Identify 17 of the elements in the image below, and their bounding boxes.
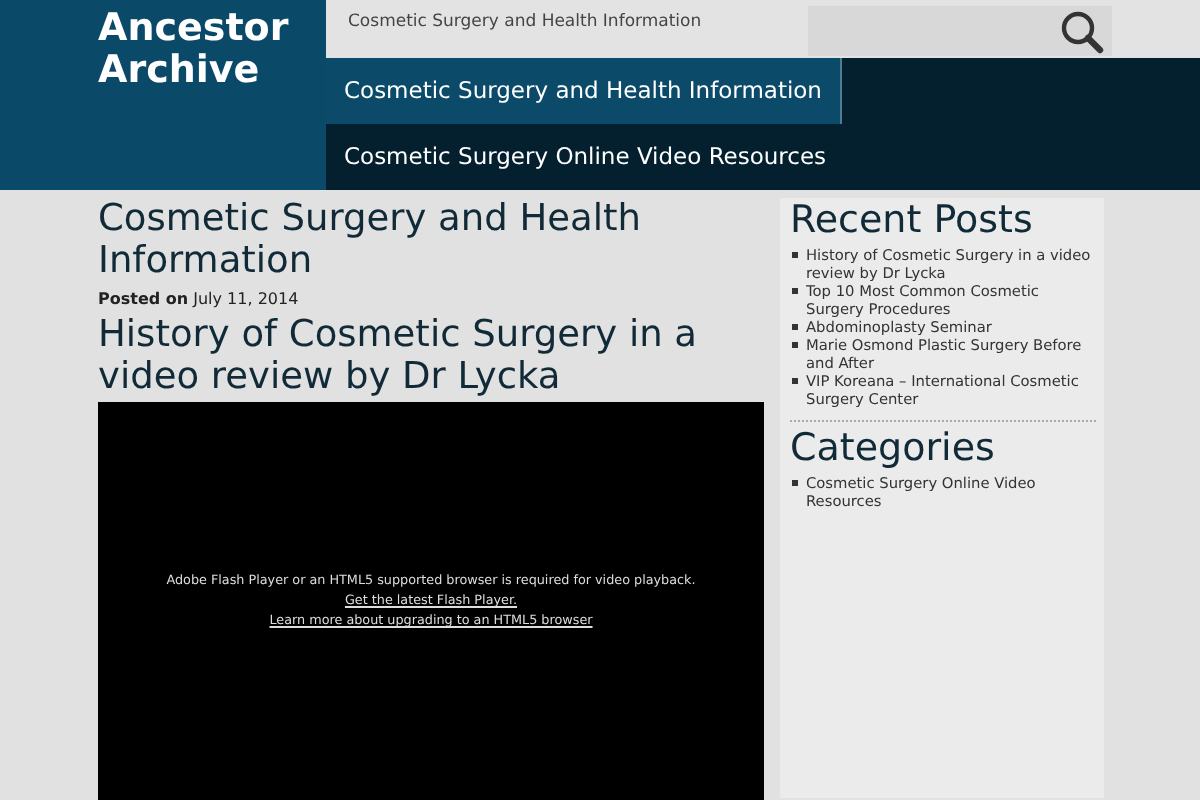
bullet-icon [792,288,798,294]
widget-heading: Recent Posts [790,198,1035,242]
bullet-icon [792,480,798,486]
site-title[interactable]: Ancestor Archive [98,8,298,92]
site-tagline: Cosmetic Surgery and Health Information [346,10,704,32]
widget-heading: Categories [790,426,997,470]
post-date: Posted on July 11, 2014 [98,290,301,308]
nav-item[interactable]: Cosmetic Surgery Online Video Resources [326,124,845,190]
bullet-icon [792,252,798,258]
bullet-icon [792,342,798,348]
nav-item[interactable]: Cosmetic Surgery and Health Information [326,58,842,124]
bullet-icon [792,324,798,330]
search-icon[interactable] [1060,9,1104,53]
search-field[interactable] [808,6,1112,56]
bullet-icon [792,378,798,384]
page-title: Cosmetic Surgery and Health Information [98,198,643,282]
post-title[interactable]: History of Cosmetic Surgery in a video review by Dr Lycka [98,314,764,398]
